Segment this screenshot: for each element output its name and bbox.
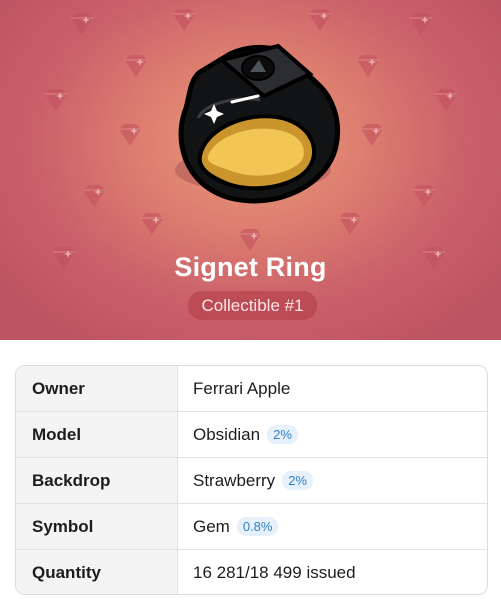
collectible-number-badge: Collectible #1 xyxy=(188,291,317,320)
gift-attributes-table: Owner Ferrari Apple Model Obsidian 2% Ba… xyxy=(15,365,488,595)
signet-ring-icon xyxy=(175,43,341,204)
gem-icon xyxy=(308,8,332,32)
model-label: Model xyxy=(16,412,178,457)
gem-icon xyxy=(409,12,433,36)
gift-preview: Signet Ring Collectible #1 xyxy=(0,0,501,340)
table-row-quantity: Quantity 16 281/18 499 issued xyxy=(16,550,487,594)
gem-icon xyxy=(412,184,436,208)
gem-icon xyxy=(238,228,262,252)
table-row-symbol: Symbol Gem 0.8% xyxy=(16,504,487,550)
gem-icon xyxy=(338,212,362,236)
quantity-text: 16 281/18 499 issued xyxy=(193,563,356,582)
symbol-label: Symbol xyxy=(16,504,178,549)
symbol-rarity-badge: 0.8% xyxy=(236,517,279,536)
owner-name[interactable]: Ferrari Apple xyxy=(193,379,290,399)
backdrop-name: Strawberry xyxy=(193,470,276,490)
gem-icon xyxy=(44,88,68,112)
backdrop-value: Strawberry 2% xyxy=(178,458,487,503)
model-rarity-badge: 2% xyxy=(267,425,298,444)
symbol-value: Gem 0.8% xyxy=(178,504,487,549)
gem-icon xyxy=(70,12,94,36)
backdrop-label: Backdrop xyxy=(16,458,178,503)
gem-icon xyxy=(360,123,384,147)
quantity-label: Quantity xyxy=(16,550,178,594)
model-value: Obsidian 2% xyxy=(178,412,487,457)
table-row-owner: Owner Ferrari Apple xyxy=(16,366,487,412)
quantity-value: 16 281/18 499 issued xyxy=(178,550,487,594)
symbol-name: Gem xyxy=(193,516,230,536)
table-row-backdrop: Backdrop Strawberry 2% xyxy=(16,458,487,504)
gem-icon xyxy=(434,88,458,112)
gem-icon xyxy=(140,212,164,236)
gift-title: Signet Ring xyxy=(174,252,327,282)
model-name: Obsidian xyxy=(193,424,261,444)
gem-icon xyxy=(124,54,148,78)
gem-icon xyxy=(82,184,106,208)
gem-icon xyxy=(118,123,142,147)
gem-icon xyxy=(172,8,196,32)
table-row-model: Model Obsidian 2% xyxy=(16,412,487,458)
owner-value[interactable]: Ferrari Apple xyxy=(178,366,487,411)
gem-icon xyxy=(356,54,380,78)
backdrop-rarity-badge: 2% xyxy=(282,471,313,490)
owner-label: Owner xyxy=(16,366,178,411)
